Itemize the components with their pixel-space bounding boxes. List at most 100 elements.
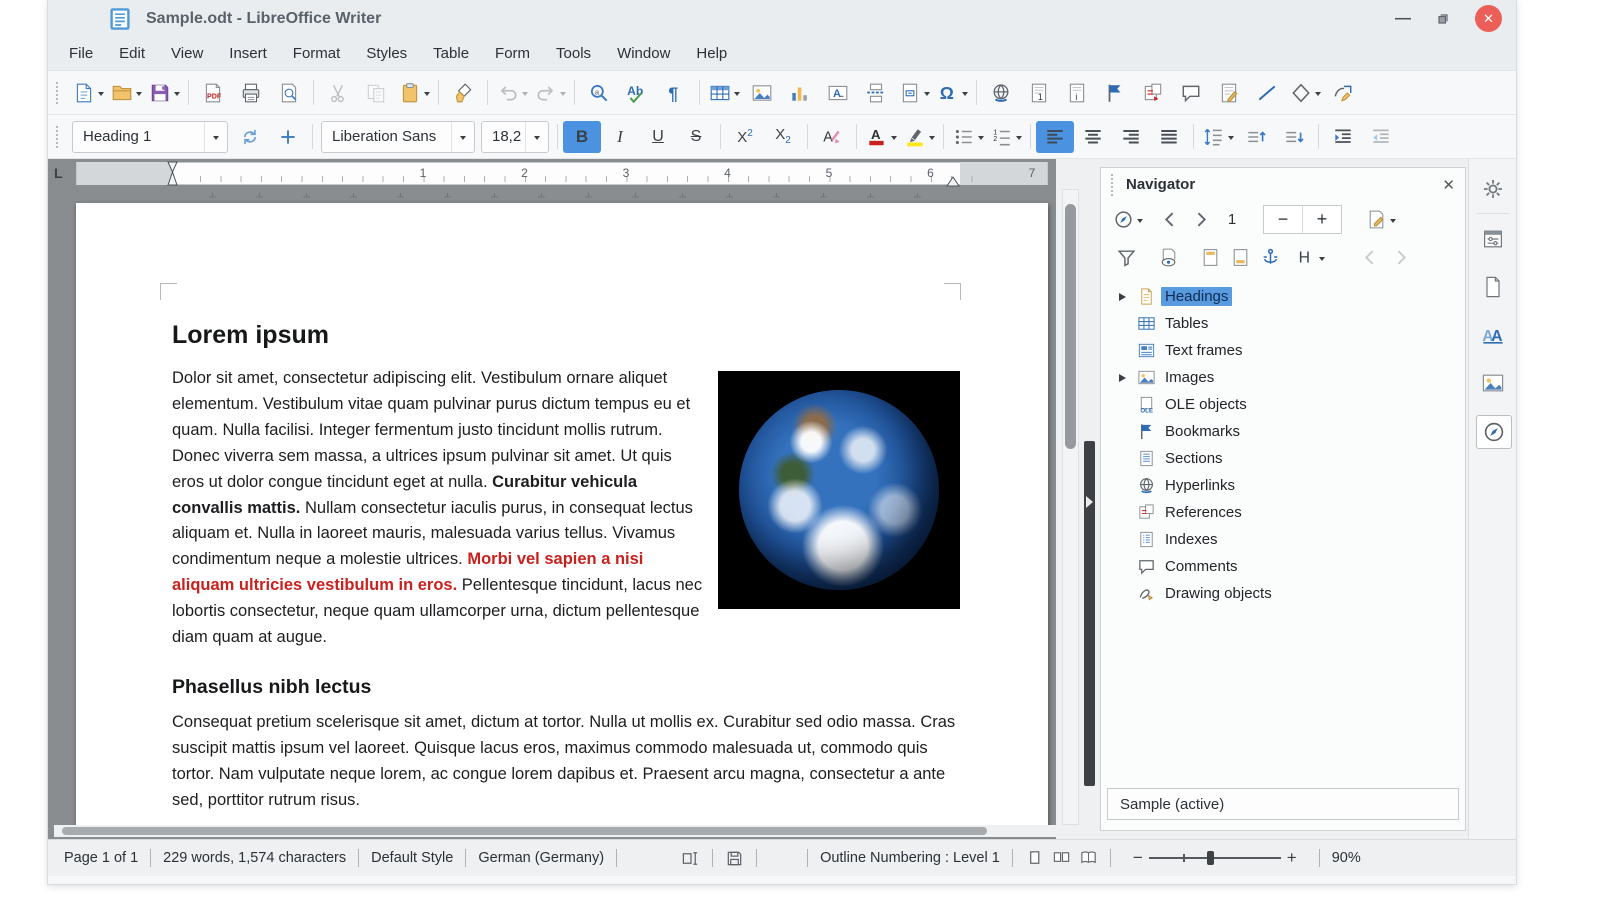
dropdown-caret-icon[interactable] [890, 136, 897, 143]
horizontal-scrollbar-thumb[interactable] [62, 827, 987, 835]
italic-button[interactable]: I [601, 121, 639, 153]
navigate-by-button[interactable] [1111, 205, 1145, 233]
gallery-tab[interactable] [1476, 367, 1510, 399]
navigator-close-icon[interactable]: ✕ [1442, 176, 1455, 194]
menu-form[interactable]: Form [482, 37, 543, 70]
multi-page-view-icon[interactable] [1052, 849, 1071, 868]
navigator-item-text-frames[interactable]: Text frames [1105, 337, 1465, 364]
anchor-text-button[interactable] [1255, 243, 1285, 271]
print-preview-button[interactable] [270, 77, 308, 109]
find-and-replace-button[interactable]: a [580, 77, 618, 109]
toolbar-grip[interactable] [56, 125, 63, 148]
menu-styles[interactable]: Styles [353, 37, 420, 70]
menu-view[interactable]: View [158, 37, 216, 70]
zoom-in-icon[interactable]: + [1281, 848, 1303, 868]
redo-button[interactable] [531, 77, 569, 109]
highlighting-color-button[interactable] [900, 121, 938, 153]
menu-tools[interactable]: Tools [543, 37, 604, 70]
paragraph-2[interactable]: Consequat pretium scelerisque sit amet, … [172, 710, 960, 814]
align-center-button[interactable] [1074, 121, 1112, 153]
dropdown-caret-icon[interactable] [1227, 136, 1234, 143]
navigator-item-comments[interactable]: Comments [1105, 553, 1465, 580]
previous-button[interactable] [1155, 205, 1185, 233]
insert-image-button[interactable] [743, 77, 781, 109]
document-heading-2[interactable]: Phasellus nibh lectus [172, 676, 960, 699]
increase-indent-button[interactable] [1324, 121, 1362, 153]
navigator-item-ole-objects[interactable]: OLE OLE objects [1105, 391, 1465, 418]
formatting-marks-button[interactable]: ¶ [656, 77, 694, 109]
page-tab[interactable] [1476, 271, 1510, 303]
export-pdf-button[interactable]: PDF [194, 77, 232, 109]
update-style-button[interactable] [231, 121, 269, 153]
zoom-out-icon[interactable]: − [1127, 848, 1149, 868]
restore-button[interactable] [1435, 11, 1451, 27]
new-document-button[interactable] [69, 77, 107, 109]
sidebar-hide-grip[interactable] [1084, 441, 1095, 786]
print-button[interactable] [232, 77, 270, 109]
navigator-document-selector[interactable]: Sample (active) [1107, 788, 1459, 820]
navigator-item-images[interactable]: Images [1105, 364, 1465, 391]
insert-comment-button[interactable] [1172, 77, 1210, 109]
font-size-combo[interactable]: 18,2 [481, 120, 549, 153]
dropdown-caret-icon[interactable] [173, 92, 180, 99]
dropdown-caret-icon[interactable] [733, 92, 740, 99]
expand-arrow-icon[interactable] [1119, 293, 1133, 301]
zoom-slider-thumb[interactable] [1206, 851, 1214, 865]
decrease-indent-button[interactable] [1362, 121, 1400, 153]
dropdown-caret-icon[interactable] [923, 92, 930, 99]
menu-format[interactable]: Format [280, 37, 354, 70]
drag-mode-button[interactable] [1364, 205, 1398, 233]
line-spacing-button[interactable] [1199, 121, 1237, 153]
indent-marker[interactable] [166, 161, 179, 191]
ordered-list-button[interactable]: 12 [987, 121, 1025, 153]
page[interactable]: Lorem ipsum Dolor sit amet, consectetur … [76, 203, 1048, 825]
undo-button[interactable] [493, 77, 531, 109]
insert-line-button[interactable] [1248, 77, 1286, 109]
zoom-slider[interactable]: − + [1127, 848, 1303, 868]
insert-bookmark-button[interactable] [1096, 77, 1134, 109]
font-color-button[interactable]: A [862, 121, 900, 153]
dropdown-caret-icon[interactable] [977, 136, 984, 143]
dropdown-caret-icon[interactable] [521, 92, 528, 99]
menu-help[interactable]: Help [683, 37, 740, 70]
navigator-item-tables[interactable]: Tables [1105, 310, 1465, 337]
document-modified-icon[interactable] [725, 849, 744, 868]
close-button[interactable]: ✕ [1475, 5, 1502, 32]
navigator-page-number[interactable]: 1 [1215, 211, 1249, 228]
horizontal-ruler[interactable]: L 1 2 3 4 5 6 7 [48, 159, 1056, 198]
promote-level-button[interactable] [1355, 243, 1385, 271]
font-size-dropdown[interactable] [525, 121, 548, 152]
page-minus-button[interactable]: − [1264, 206, 1302, 233]
heading-levels-button[interactable]: H [1293, 243, 1327, 271]
vertical-scrollbar[interactable] [1062, 189, 1079, 825]
dropdown-caret-icon[interactable] [97, 92, 104, 99]
dropdown-caret-icon[interactable] [961, 92, 968, 99]
cut-button[interactable] [319, 77, 357, 109]
selection-mode-icon[interactable] [681, 849, 700, 868]
unordered-list-button[interactable] [949, 121, 987, 153]
navigator-item-drawing-objects[interactable]: Drawing objects [1105, 580, 1465, 607]
increase-paragraph-spacing-button[interactable] [1237, 121, 1275, 153]
superscript-button[interactable]: X2 [726, 121, 764, 153]
track-changes-button[interactable] [1210, 77, 1248, 109]
clone-formatting-button[interactable] [444, 77, 482, 109]
navigator-tab[interactable] [1476, 415, 1512, 449]
paragraph-style-dropdown[interactable] [204, 121, 227, 152]
insert-field-button[interactable] [895, 77, 933, 109]
basic-shapes-button[interactable] [1286, 77, 1324, 109]
expand-arrow-icon[interactable] [1119, 374, 1133, 382]
horizontal-scrollbar[interactable] [54, 825, 1056, 837]
show-draw-functions-button[interactable] [1324, 77, 1362, 109]
navigator-grip[interactable] [1111, 173, 1118, 196]
insert-chart-button[interactable] [781, 77, 819, 109]
dropdown-caret-icon[interactable] [1015, 136, 1022, 143]
header-button[interactable] [1195, 243, 1225, 271]
single-page-view-icon[interactable] [1025, 849, 1044, 868]
dropdown-caret-icon[interactable] [1314, 92, 1321, 99]
align-right-button[interactable] [1112, 121, 1150, 153]
insert-page-break-button[interactable] [857, 77, 895, 109]
navigator-item-bookmarks[interactable]: Bookmarks [1105, 418, 1465, 445]
insert-footnote-button[interactable]: 1 [1020, 77, 1058, 109]
align-left-button[interactable] [1036, 120, 1074, 153]
page-count[interactable]: Page 1 of 1 [64, 850, 138, 866]
